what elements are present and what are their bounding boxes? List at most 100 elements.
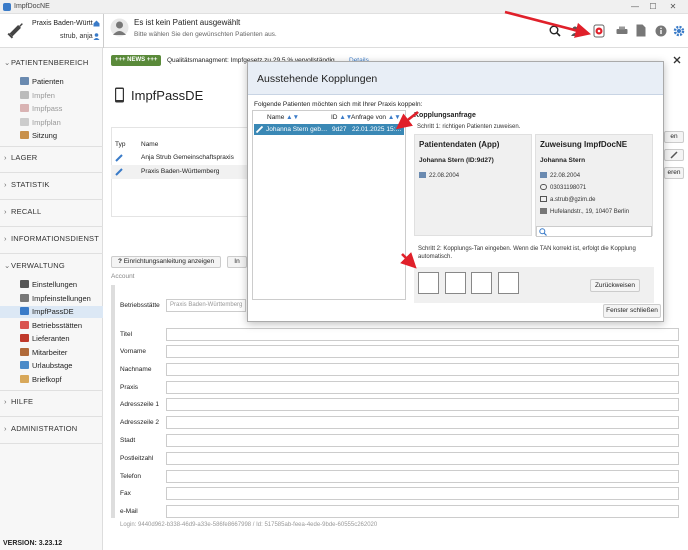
sidebar-item-lieferanten[interactable]: Lieferanten xyxy=(20,333,70,345)
fax-field[interactable] xyxy=(166,487,679,500)
sidebar-item-briefkopf[interactable]: Briefkopf xyxy=(20,374,62,386)
setup-guide-button[interactable]: ? Einrichtungsanleitung anzeigen xyxy=(111,256,221,268)
telefon-field[interactable] xyxy=(166,470,679,483)
tan-input-4[interactable] xyxy=(498,272,519,294)
practice-name[interactable]: Praxis Baden-Württ… xyxy=(32,20,100,27)
user-transfer-icon[interactable] xyxy=(570,25,583,37)
version-label: VERSION: 3.23.12 xyxy=(3,540,63,547)
stadt-field[interactable] xyxy=(166,434,679,447)
print-icon[interactable] xyxy=(616,26,628,36)
betriebsstaette-label: Betriebsstätte xyxy=(120,302,160,309)
table-row[interactable]: Praxis Baden-Württemberg xyxy=(111,165,248,179)
sidebar-item-impfen[interactable]: Impfen xyxy=(20,90,55,102)
patients-icon xyxy=(20,77,29,85)
praxis-field[interactable] xyxy=(166,381,679,394)
titel-field[interactable] xyxy=(166,328,679,341)
dialog-title: Ausstehende Kopplungen xyxy=(257,73,378,85)
impfpassde-icon xyxy=(20,307,29,315)
sidebar-section-patientenbereich[interactable]: ⌄PATIENTENBEREICH xyxy=(4,58,89,67)
column-header-typ[interactable]: Typ xyxy=(115,141,125,148)
page-title: ImpfPassDE xyxy=(131,88,204,103)
supplier-icon xyxy=(20,334,29,342)
edit-button[interactable] xyxy=(664,149,684,161)
field-label-telefon: Telefon xyxy=(120,473,141,480)
sidebar-section-verwaltung[interactable]: ⌄VERWALTUNG xyxy=(4,261,65,270)
sidebar-item-mitarbeiter[interactable]: Mitarbeiter xyxy=(20,347,67,359)
sidebar-section-hilfe[interactable]: › HILFE xyxy=(4,397,33,406)
settings-icon xyxy=(20,280,29,288)
sidebar-section-informationsdienst[interactable]: › INFORMATIONSDIENST xyxy=(4,234,99,243)
search-icon[interactable] xyxy=(549,25,561,37)
adresszeile-2-field[interactable] xyxy=(166,416,679,429)
sidebar-item-impfplan[interactable]: Impfplan xyxy=(20,117,61,129)
calendar-icon xyxy=(419,172,426,178)
row-name: Praxis Baden-Württemberg xyxy=(141,168,220,175)
sidebar-section-administration[interactable]: › ADMINISTRATION xyxy=(4,424,77,433)
sidebar-item-impfeinstellungen[interactable]: Impfeinstellungen xyxy=(20,293,91,305)
minimize-button[interactable]: — xyxy=(628,2,642,12)
tan-input-3[interactable] xyxy=(471,272,492,294)
list-header-name[interactable]: Name ▲▼ xyxy=(267,114,299,121)
tan-input-1[interactable] xyxy=(418,272,439,294)
sidebar-item-impfpass[interactable]: Impfpass xyxy=(20,103,62,115)
staff-icon xyxy=(20,348,29,356)
field-label-praxis: Praxis xyxy=(120,384,139,391)
coupling-icon[interactable] xyxy=(592,24,606,38)
sidebar-item-urlaubstage[interactable]: Urlaubstage xyxy=(20,360,72,372)
gear-icon[interactable] xyxy=(673,25,685,37)
info-icon[interactable] xyxy=(655,25,667,37)
calendar-icon xyxy=(540,172,547,178)
list-header-anfrage[interactable]: Anfrage von ▲▼ xyxy=(351,114,401,121)
reject-button[interactable]: Zurückweisen xyxy=(590,279,640,292)
app-card-name: Johanna Stern (ID:9d27) xyxy=(419,157,494,164)
vorname-field[interactable] xyxy=(166,345,679,358)
maximize-button[interactable]: ☐ xyxy=(646,2,660,12)
second-button[interactable]: In xyxy=(227,256,247,268)
side-button-1[interactable]: en xyxy=(664,131,684,143)
app-card-heading: Patientendaten (App) xyxy=(419,140,500,149)
field-label-adresszeile-2: Adresszeile 2 xyxy=(120,419,160,426)
calendar-icon xyxy=(20,118,29,126)
sidebar-item-patienten[interactable]: Patienten xyxy=(20,76,64,88)
header-divider xyxy=(103,14,104,48)
list-item-date: 22.01.2025 15:… xyxy=(352,126,402,133)
list-header-id[interactable]: ID ▲▼ xyxy=(331,114,352,121)
list-item-name: Johanna Stern geb… xyxy=(266,126,328,133)
tan-input-2[interactable] xyxy=(445,272,466,294)
email-field[interactable] xyxy=(166,505,679,518)
sidebar-item-einstellungen[interactable]: Einstellungen xyxy=(20,279,77,291)
assign-card-birthdate: 22.08.2004 xyxy=(540,172,580,179)
sidebar-section-recall[interactable]: › RECALL xyxy=(4,207,41,216)
adresszeile-1-field[interactable] xyxy=(166,398,679,411)
user-icon xyxy=(93,33,100,40)
field-label-email: e-Mail xyxy=(120,508,138,515)
sidebar-separator xyxy=(0,253,103,254)
sidebar-section-statistik[interactable]: › STATISTIK xyxy=(4,180,50,189)
sidebar-section-lager[interactable]: › LAGER xyxy=(4,153,37,162)
home-icon xyxy=(540,208,547,214)
column-header-name[interactable]: Name xyxy=(141,141,158,148)
assign-card-heading: Zuweisung ImpfDocNE xyxy=(540,140,628,149)
close-window-button[interactable]: ✕ xyxy=(666,2,680,12)
sidebar-item-impfpassde[interactable]: ImpfPassDE xyxy=(0,306,103,318)
vacation-icon xyxy=(20,361,29,369)
postleitzahl-field[interactable] xyxy=(166,452,679,465)
sidebar-item-sitzung[interactable]: Sitzung xyxy=(20,130,57,142)
side-button-2[interactable]: eren xyxy=(664,167,684,179)
news-badge: +++ NEWS +++ xyxy=(111,55,162,66)
close-dialog-button[interactable]: Fenster schließen xyxy=(603,304,661,318)
news-close-icon[interactable] xyxy=(672,55,682,65)
table-row[interactable]: Anja Strub Gemeinschaftspraxis Fr… xyxy=(111,151,248,175)
sidebar-separator xyxy=(0,146,103,147)
nachname-field[interactable] xyxy=(166,363,679,376)
sidebar-item-betriebsstaetten[interactable]: Betriebsstätten xyxy=(20,320,82,332)
user-name[interactable]: strub, anja xyxy=(60,33,93,40)
document-icon[interactable] xyxy=(636,24,646,37)
list-item[interactable]: Johanna Stern geb… 9d27 22.01.2025 15:… xyxy=(254,124,404,135)
syringe-icon xyxy=(115,168,123,176)
field-label-nachname: Nachname xyxy=(120,366,152,373)
patient-search-input[interactable] xyxy=(536,226,652,237)
betriebsstaette-field[interactable]: Praxis Baden-Württemberg xyxy=(166,299,246,312)
home-icon xyxy=(93,20,100,27)
vaccination-pass-icon xyxy=(20,104,29,112)
